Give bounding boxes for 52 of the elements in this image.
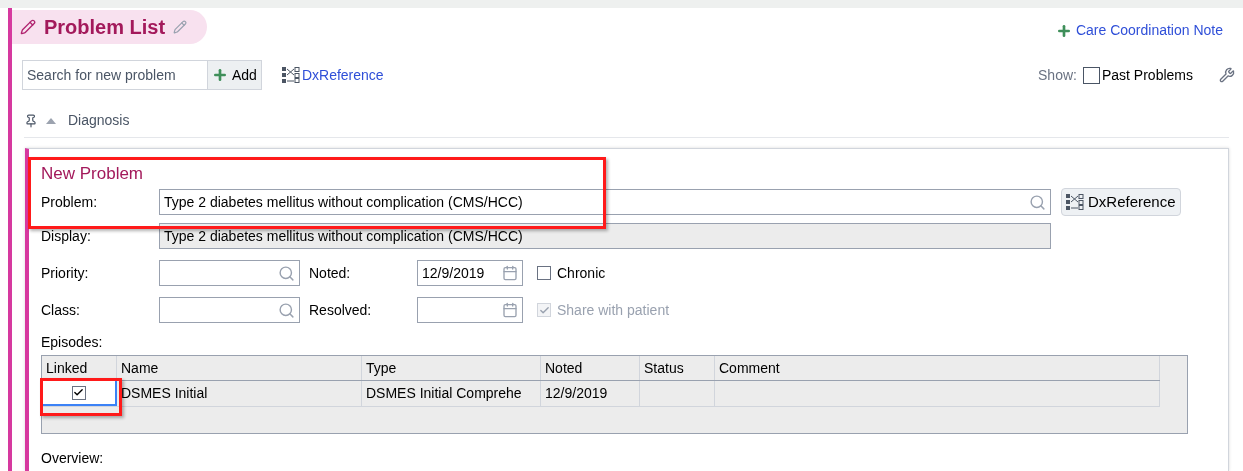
calendar-icon xyxy=(502,302,518,318)
display-field: Type 2 diabetes mellitus without complication (CMS/HCC) xyxy=(159,223,1051,249)
pin-icon[interactable] xyxy=(24,113,38,128)
calendar-icon xyxy=(502,265,518,281)
grid-column-header[interactable]: Comment xyxy=(715,356,1160,380)
search-icon xyxy=(1029,193,1046,211)
resolved-date-field[interactable] xyxy=(417,297,523,323)
field-label: Resolved: xyxy=(308,300,373,320)
settings-icon[interactable] xyxy=(1219,67,1235,83)
section-label: Overview: xyxy=(41,449,105,468)
field-label: Display: xyxy=(41,226,92,246)
care-coordination-note-link[interactable]: Care Coordination Note xyxy=(1055,20,1223,41)
diagram-icon xyxy=(1066,194,1084,210)
grid-cell: 12/9/2019 xyxy=(541,381,640,406)
linked-checkbox[interactable] xyxy=(71,385,86,400)
page-title: Problem List xyxy=(44,15,166,40)
dxreference-button[interactable]: DxReference xyxy=(1061,188,1181,216)
plus-icon xyxy=(1055,22,1072,39)
grid-cell[interactable] xyxy=(42,381,117,406)
checkbox-label: Share with patient xyxy=(557,300,670,320)
grid-column-header[interactable]: Type xyxy=(362,356,541,380)
priority-field[interactable] xyxy=(159,260,300,286)
grid-column-header[interactable]: Noted xyxy=(541,356,640,380)
grid-column-header[interactable]: Name xyxy=(117,356,362,380)
sort-ascending-icon[interactable] xyxy=(46,117,56,124)
plus-icon xyxy=(212,67,228,83)
search-icon xyxy=(278,301,295,319)
diagram-icon xyxy=(281,67,300,83)
noted-date-field[interactable]: 12/9/2019 xyxy=(417,260,523,286)
field-label: Problem: xyxy=(41,192,99,212)
form-title: New Problem xyxy=(41,163,145,185)
search-icon xyxy=(278,264,295,282)
field-label: Noted: xyxy=(308,263,352,283)
problem-field[interactable]: Type 2 diabetes mellitus without complication (CMS/HCC) xyxy=(159,189,1051,215)
field-label: Class: xyxy=(41,300,81,320)
search-field[interactable]: Search for new problem xyxy=(22,60,208,90)
add-button[interactable]: Add xyxy=(208,60,262,90)
grid-cell: DSMES Initial Comprehe xyxy=(362,381,541,406)
grid-cell: DSMES Initial xyxy=(117,381,362,406)
column-header[interactable]: Diagnosis xyxy=(68,110,130,131)
grid-column-header[interactable]: Linked xyxy=(42,356,117,380)
checkbox-label: Chronic xyxy=(557,263,606,283)
edit-icon xyxy=(173,20,188,34)
past-problems-checkbox[interactable] xyxy=(1082,66,1100,84)
dxreference-link[interactable]: DxReference xyxy=(281,64,384,86)
show-label: Show: xyxy=(1038,65,1077,85)
grid-column-header[interactable]: Status xyxy=(640,356,715,380)
field-label: Priority: xyxy=(41,263,90,283)
chronic-checkbox[interactable] xyxy=(537,266,551,280)
class-field[interactable] xyxy=(159,297,300,323)
section-label: Episodes: xyxy=(41,333,104,352)
checkbox-label: Past Problems xyxy=(1101,65,1193,85)
